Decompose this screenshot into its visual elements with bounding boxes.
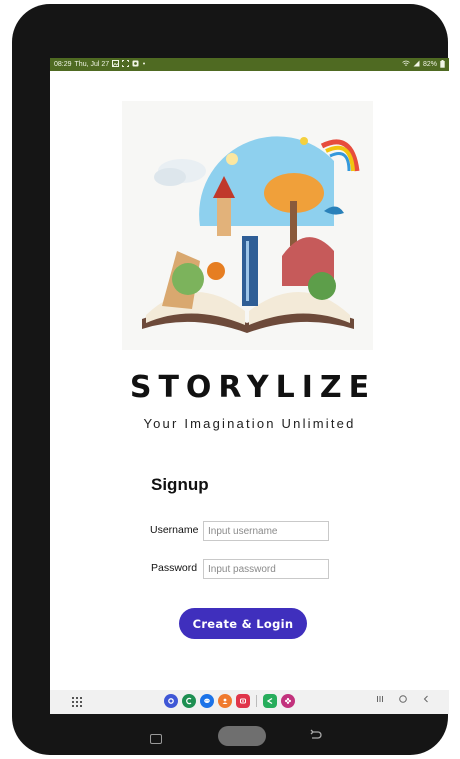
battery-icon <box>440 59 445 70</box>
screen: 08:29 Thu, Jul 27 82% STORYLIZE Your Ima… <box>50 58 449 714</box>
status-left: 08:29 Thu, Jul 27 <box>54 60 146 69</box>
app-tagline: Your Imagination Unlimited <box>143 416 356 431</box>
screenshot-notification-icon <box>122 60 130 69</box>
nav-keys <box>376 694 430 707</box>
status-time: 08:29 <box>54 61 72 68</box>
status-date: Thu, Jul 27 <box>74 61 110 68</box>
create-and-login-button[interactable]: Create & Login <box>179 608 307 639</box>
username-label: Username <box>150 524 199 536</box>
blue-app-icon[interactable] <box>164 694 178 708</box>
signal-icon <box>413 60 420 69</box>
app-dock <box>164 694 295 708</box>
storybook-illustration <box>122 101 373 350</box>
flower-app-icon[interactable] <box>281 694 295 708</box>
recent-apps-icon[interactable] <box>376 694 384 707</box>
tablet-frame: 08:29 Thu, Jul 27 82% STORYLIZE Your Ima… <box>12 4 449 755</box>
messages-icon[interactable] <box>200 694 214 708</box>
hardware-recent-apps-button[interactable] <box>150 734 162 744</box>
red-app-icon[interactable] <box>236 694 250 708</box>
green-app-icon[interactable] <box>182 694 196 708</box>
battery-percent: 82% <box>422 61 437 68</box>
share-app-icon[interactable] <box>263 694 277 708</box>
app-brand: STORYLIZE <box>129 370 377 405</box>
hardware-home-button[interactable] <box>218 726 266 746</box>
status-right: 82% <box>402 59 445 70</box>
dock-separator <box>256 695 257 707</box>
app-drawer-icon[interactable] <box>72 697 82 707</box>
status-bar: 08:29 Thu, Jul 27 82% <box>50 58 449 71</box>
signup-title: Signup <box>151 475 209 494</box>
password-label: Password <box>151 562 198 574</box>
hardware-back-icon[interactable] <box>309 729 323 744</box>
orange-app-icon[interactable] <box>218 694 232 708</box>
hardware-buttons <box>12 726 448 750</box>
password-input[interactable] <box>203 559 329 579</box>
back-icon[interactable] <box>422 694 430 707</box>
username-input[interactable] <box>203 521 329 541</box>
wifi-icon <box>402 60 410 69</box>
more-notifications-dot-icon <box>142 60 146 69</box>
app-notification-icon <box>132 60 139 69</box>
taskbar <box>50 690 449 714</box>
gallery-notification-icon <box>112 60 120 69</box>
home-icon[interactable] <box>398 694 408 707</box>
